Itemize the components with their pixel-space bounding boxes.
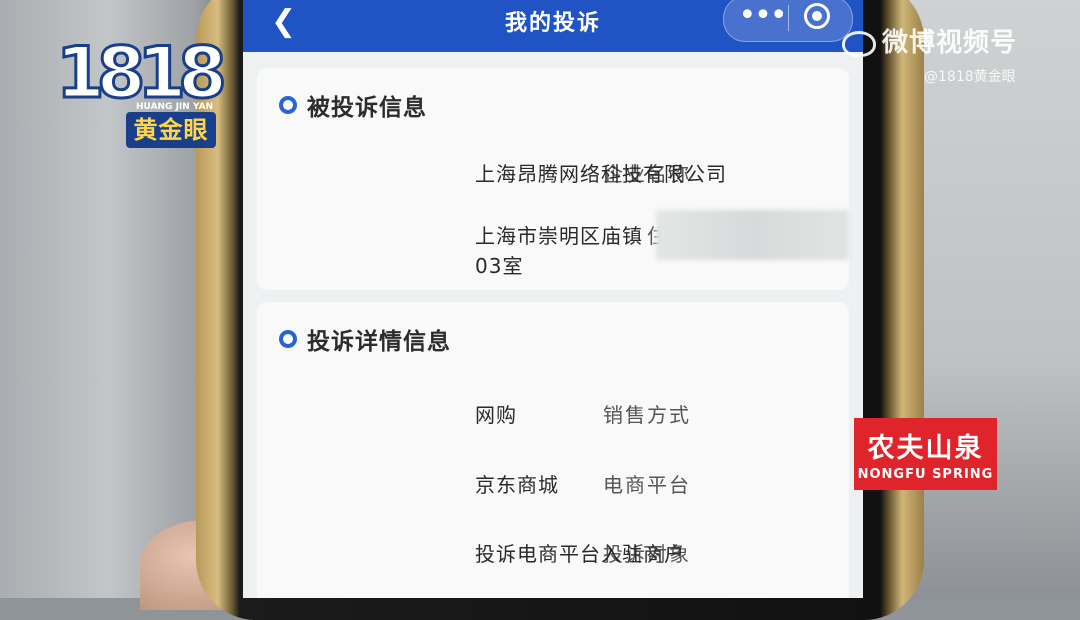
weibo-watermark: 微博视频号 — [842, 22, 1017, 59]
capsule-divider — [788, 5, 789, 31]
section-title: 投诉详情信息 — [307, 329, 451, 355]
section-dot-icon — [279, 330, 297, 348]
logo-chinese: 黄金眼 — [126, 112, 216, 148]
sales-method-value: 网购 — [475, 403, 517, 427]
logo-number: 1818 — [55, 32, 229, 114]
address-value-line2: 03室 — [475, 254, 524, 278]
phone-screen: ❮ 我的投诉 ••• 被投诉信息 企业名称 上海昂腾网络科技有限公司 住所 上海… — [243, 0, 863, 598]
sponsor-logo: 农夫山泉 NONGFU SPRING — [854, 418, 997, 490]
sales-method-label: 销售方式 — [603, 403, 691, 427]
platform-value: 京东商城 — [475, 473, 559, 497]
redacted-address — [656, 210, 849, 260]
weibo-user: @1818黄金眼 — [924, 69, 1016, 85]
address-value-line1: 上海市崇明区庙镇 — [475, 224, 643, 248]
sponsor-english: NONGFU SPRING — [857, 467, 994, 482]
platform-label: 电商平台 — [603, 473, 691, 497]
target-icon[interactable] — [804, 3, 830, 29]
logo-pinyin: HUANG JIN YAN — [136, 102, 214, 112]
weibo-icon — [842, 30, 876, 57]
target-value: 投诉电商平台入驻商户 — [475, 542, 685, 566]
mini-program-capsule: ••• — [723, 0, 853, 42]
company-value: 上海昂腾网络科技有限公司 — [475, 162, 727, 186]
nav-bar: ❮ 我的投诉 ••• — [243, 0, 863, 52]
section-title: 被投诉信息 — [307, 95, 427, 121]
section-dot-icon — [279, 96, 297, 114]
more-dots-icon[interactable]: ••• — [738, 1, 787, 35]
weibo-text: 微博视频号 — [882, 28, 1018, 58]
sponsor-chinese: 农夫山泉 — [867, 433, 984, 464]
